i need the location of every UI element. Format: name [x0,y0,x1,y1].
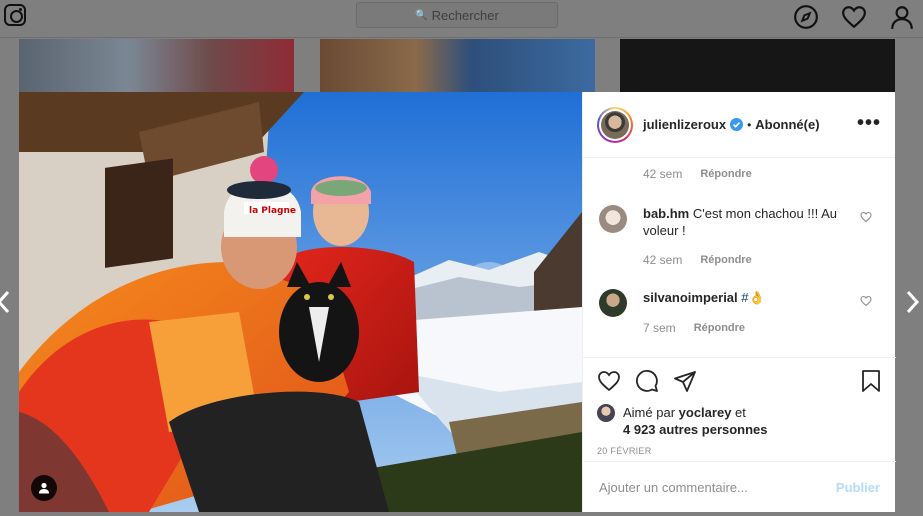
header-separator: • [747,117,752,132]
likes-others-link[interactable]: 4 923 autres personnes [623,422,768,437]
comments-list: 42 sem Répondre bab.hm C'est mon chachou… [583,159,896,356]
svg-text:la Plagne: la Plagne [249,206,296,216]
search-placeholder: Rechercher [431,7,499,23]
commenter-avatar[interactable] [599,289,627,317]
next-post-chevron-icon[interactable] [906,290,920,314]
share-send-icon[interactable] [673,369,697,393]
post-modal: la Plagne julienlizeroux • Abonné(e) •••… [19,92,896,512]
post-date[interactable]: 20 FÉVRIER [597,446,882,456]
profile-icon[interactable] [889,4,915,30]
liker-avatar[interactable] [597,404,615,422]
post-side-panel: julienlizeroux • Abonné(e) ••• 42 sem Ré… [582,92,896,512]
comment-text[interactable]: #👌 [741,290,764,305]
comment-meta: 42 sem Répondre [643,253,884,267]
tagged-users-button[interactable] [31,475,57,501]
comment-item: bab.hm C'est mon chachou !!! Au voleur !… [599,205,884,267]
comment-meta: 7 sem Répondre [643,321,884,335]
verified-badge-icon [730,118,744,131]
comment-time: 42 sem [643,253,683,267]
grid-thumbnail[interactable] [620,39,895,92]
comment-bubble-icon[interactable] [635,369,659,393]
like-heart-icon[interactable] [597,369,621,393]
comment-meta: 42 sem Répondre [643,167,752,181]
action-icons-row [597,368,882,394]
author-avatar[interactable] [597,106,633,143]
comment-like-heart-icon[interactable] [860,211,872,223]
reply-button[interactable]: Répondre [700,168,751,180]
more-options-icon[interactable]: ••• [857,112,881,135]
add-comment-bar: Ajouter un commentaire... Publier [583,461,896,512]
likes-summary: Aimé par yoclarey et 4 923 autres person… [597,404,882,438]
grid-thumbnail[interactable] [19,39,294,92]
commenter-username[interactable]: bab.hm [643,206,689,221]
comment-like-heart-icon[interactable] [860,295,872,307]
reply-button[interactable]: Répondre [694,322,745,334]
commenter-username[interactable]: silvanoimperial [643,290,738,305]
user-tag-icon [39,482,49,494]
grid-thumbnail[interactable] [320,39,595,92]
comment-input[interactable]: Ajouter un commentaire... [599,480,836,495]
follow-status-button[interactable]: Abonné(e) [755,117,819,132]
search-input[interactable]: 🔍 Rechercher [356,2,558,28]
author-username[interactable]: julienlizeroux [643,117,726,132]
explore-compass-icon[interactable] [793,4,819,30]
liker-username[interactable]: yoclarey [679,405,732,420]
previous-post-chevron-icon[interactable] [0,290,10,314]
top-nav: 🔍 Rechercher [0,0,923,38]
reply-button[interactable]: Répondre [700,254,751,266]
commenter-avatar[interactable] [599,205,627,233]
save-bookmark-icon[interactable] [860,369,882,393]
grid-bottom-strip [0,512,923,516]
comment-time: 7 sem [643,321,676,335]
instagram-logo-icon[interactable] [4,4,26,26]
post-photo-image: la Plagne [19,92,582,512]
search-icon: 🔍 [415,9,428,21]
nav-icons [793,4,915,30]
comment-time: 42 sem [643,167,683,181]
post-header: julienlizeroux • Abonné(e) ••• [583,92,895,158]
activity-heart-icon[interactable] [841,4,867,30]
post-photo[interactable]: la Plagne [19,92,582,512]
likes-prefix: Aimé par [623,405,676,420]
comment-item: silvanoimperial #👌 7 sem Répondre [599,289,884,335]
post-actions: Aimé par yoclarey et 4 923 autres person… [583,357,896,456]
likes-connector: et [735,405,746,420]
publish-comment-button[interactable]: Publier [836,480,880,495]
